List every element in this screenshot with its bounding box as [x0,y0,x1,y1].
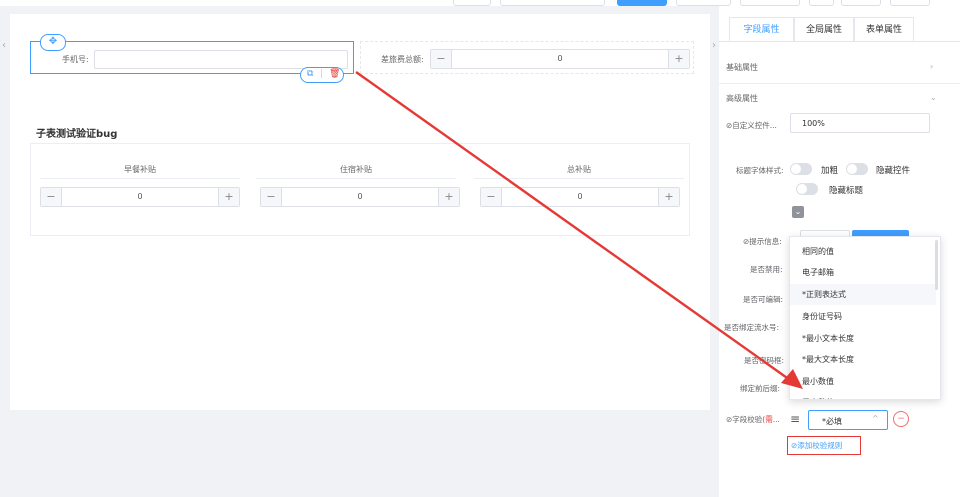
validation-required-text: (需... [762,415,780,424]
minus-icon[interactable]: − [41,188,62,206]
validation-label-text: ⊘字段校验 [726,415,763,424]
serial-label: 是否绑定流水号: [724,323,780,332]
hide-control-switch[interactable] [846,163,868,175]
move-icon[interactable]: ✥ [40,34,66,51]
custom-control-value: 100% [802,119,825,128]
custom-control-label: ⊘自定义控件... [726,121,777,130]
total-label: 差旅费总额: [381,55,424,64]
disabled-label: 是否禁用: [750,265,783,274]
dropdown-option[interactable]: 最大数值 [790,392,936,399]
field-toolbar: ⧉ | 🗑 [300,67,344,83]
total-stepper[interactable]: − 0 + [430,49,690,69]
bold-switch[interactable] [790,163,812,175]
delete-icon[interactable]: 🗑 [329,69,340,79]
chevron-up-icon: ^ [872,414,879,423]
validation-dropdown: 相同的值 电子邮箱 *正则表达式 身份证号码 *最小文本长度 *最大文本长度 最… [789,236,941,400]
toolbar-button[interactable] [500,0,605,6]
minus-icon[interactable]: − [481,188,502,206]
breakfast-value: 0 [137,192,143,201]
column-header: 早餐补贴 [124,165,156,174]
column-divider [256,178,456,179]
subform-title: 子表测试验证bug [36,129,118,140]
column-divider [474,178,684,179]
copy-icon[interactable]: ⧉ [307,69,313,79]
dropdown-option[interactable]: 最小数值 [790,371,936,392]
collapse-right-icon[interactable]: › [712,40,716,51]
plus-icon[interactable]: + [218,188,239,206]
total-subsidy-value: 0 [577,192,583,201]
bold-label: 加粗 [821,166,839,176]
dropdown-option[interactable]: 相同的值 [790,241,936,262]
breakfast-stepper[interactable]: − 0 + [40,187,240,207]
advanced-section-header[interactable]: 高级属性 [726,93,758,104]
chevron-down-icon[interactable]: ⌄ [930,93,937,102]
dropdown-option[interactable]: *最小文本长度 [790,328,936,349]
minus-icon[interactable]: − [261,188,282,206]
password-label: 是否密码框: [744,356,785,365]
column-header: 总补贴 [567,165,591,174]
phone-label: 手机号: [62,55,89,64]
column-divider [40,178,240,179]
remove-rule-icon[interactable]: − [893,411,909,427]
dropdown-option[interactable]: 电子邮箱 [790,262,936,283]
column-header: 住宿补贴 [340,165,372,174]
title-font-label: 标题字体样式: [736,166,784,175]
dropdown-scrollbar[interactable] [935,240,938,290]
plus-icon[interactable]: + [438,188,459,206]
hide-title-label: 隐藏标题 [829,186,864,196]
tab-field-properties[interactable]: 字段属性 [729,17,794,41]
hide-title-switch[interactable] [796,183,818,195]
plus-icon[interactable]: + [658,188,679,206]
dropdown-option[interactable]: 身份证号码 [790,306,936,327]
validation-label: ⊘字段校验(需... [726,414,780,425]
properties-tabs: 字段属性 全局属性 表单属性 [719,17,960,42]
plus-icon[interactable]: + [668,50,689,68]
color-picker-icon[interactable]: ⌄ [792,206,804,218]
dropdown-option[interactable]: *正则表达式 [790,284,936,305]
total-value: 0 [557,54,563,63]
chevron-right-icon[interactable]: › [930,62,933,71]
minus-icon[interactable]: − [431,50,452,68]
collapse-left-icon[interactable]: ‹ [2,40,6,51]
validation-select-value: *必填 [822,417,842,426]
annotation-highlight-box [787,436,861,455]
toolbar-primary-button[interactable] [617,0,667,6]
lodging-stepper[interactable]: − 0 + [260,187,460,207]
toolbar-divider: | [320,69,324,79]
section-divider [719,83,960,84]
total-subsidy-stepper[interactable]: − 0 + [480,187,680,207]
editable-label: 是否可编辑: [743,295,784,304]
drag-rule-icon[interactable]: ≡ [790,412,800,426]
bind-before-label: 绑定前后缀: [740,384,781,393]
basic-section-header[interactable]: 基础属性 [726,62,758,73]
dropdown-option[interactable]: *最大文本长度 [790,349,936,370]
toolbar-button[interactable] [453,0,491,6]
tab-global-properties[interactable]: 全局属性 [794,17,854,41]
hint-label: ⊘提示信息: [743,237,782,246]
lodging-value: 0 [357,192,363,201]
hide-control-label: 隐藏控件 [876,166,911,176]
tab-form-properties[interactable]: 表单属性 [854,17,914,41]
